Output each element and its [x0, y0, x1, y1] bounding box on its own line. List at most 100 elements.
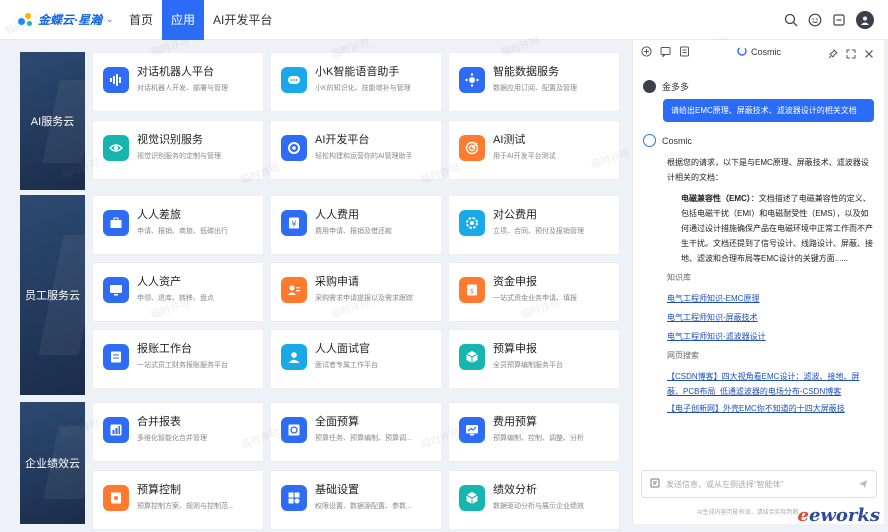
app-title: 视觉识别服务 — [137, 134, 203, 146]
yen-icon: ¥ — [281, 210, 307, 236]
cube-analysis-icon — [459, 485, 485, 511]
category-ai-service[interactable]: AI服务云 — [20, 52, 85, 190]
app-card[interactable]: 预算申报 全员预算编制服务平台 — [448, 329, 620, 389]
app-subtitle: 全员预算编制服务平台 — [493, 362, 563, 369]
app-card[interactable]: 费用预算预算编制、控制、调整、分析 — [448, 402, 620, 462]
send-icon[interactable] — [858, 479, 868, 491]
app-title: 人人资产 — [137, 276, 181, 288]
new-chat-icon[interactable] — [641, 44, 652, 62]
notes-icon[interactable] — [679, 44, 690, 62]
web-link-eechina[interactable]: 【电子创新网】外壳EMC你不知道的十四大屏蔽技 — [667, 401, 874, 416]
nav-apps[interactable]: 应用 — [162, 0, 205, 40]
close-icon[interactable] — [864, 46, 874, 64]
app-card[interactable]: 小K智能语音助手小K的知识化、技能增补与管理 — [270, 52, 442, 112]
eworks-text: eworks — [808, 505, 880, 526]
app-card[interactable]: 采购申请采购需求申请提报以及需求跟踪 — [270, 262, 442, 322]
bot-avatar-icon — [643, 134, 656, 147]
interviewer-icon — [281, 344, 307, 370]
app-title: 报账工作台 — [137, 343, 192, 355]
app-card[interactable]: 视觉识别服务 视觉识别服务的定制与管理 — [92, 120, 264, 180]
assistant-title: Cosmic — [737, 46, 781, 58]
smiley-icon[interactable] — [808, 13, 822, 27]
app-card[interactable]: 人人资产 申领、退库、转移、盘点 — [92, 262, 264, 322]
app-title: 费用预算 — [493, 416, 537, 428]
app-card[interactable]: 报账工作台 一站式员工财务报账服务平台 — [92, 329, 264, 389]
notification-icon[interactable] — [832, 13, 846, 27]
app-title: 采购申请 — [315, 276, 359, 288]
gear-coin-icon — [459, 210, 485, 236]
answer-intro: 根据您的请求，以下是与EMC原理、屏蔽技术、滤波器设计相关的文档： — [667, 158, 869, 182]
user-avatar[interactable] — [856, 11, 874, 29]
app-title: 绩效分析 — [493, 484, 537, 496]
pin-icon[interactable] — [828, 46, 838, 64]
chat-history-icon[interactable] — [660, 44, 671, 62]
screen-chart-icon — [459, 417, 485, 443]
app-title: 全面预算 — [315, 416, 359, 428]
ai-disclaimer: AI生成内容可能有误，请结合实际判断 — [697, 510, 799, 516]
app-title: 预算控制 — [137, 484, 181, 496]
app-card[interactable]: 人人差旅申请、报销、商旅、低碳出行 — [92, 195, 264, 255]
app-card[interactable]: 基础设置 权限设置、数据源配置、参数... — [270, 470, 442, 530]
invoice-icon — [103, 344, 129, 370]
category-employee-service[interactable]: 员工服务云 — [20, 195, 85, 395]
brand-logo[interactable]: 金蝶云·星瀚 ⌄ — [18, 11, 114, 28]
main-nav: 首页 应用 AI开发平台 — [120, 0, 281, 40]
answer-body: ：文档描述了电磁兼容性的定义、包括电磁干扰（EMI）和电磁耐受性（EMS），以及… — [681, 194, 873, 263]
app-card[interactable]: 对公费用 立项、合同、预付及报销管理 — [448, 195, 620, 255]
chat-input-placeholder: 发送信息，或从左侧选择“智能体” — [666, 479, 784, 489]
app-card[interactable]: AI测试 用于AI开发平台测试 — [448, 120, 620, 180]
kb-link-emc[interactable]: 电气工程师知识-EMC原理 — [667, 291, 874, 306]
app-subtitle: 申请、报销、商旅、低碳出行 — [137, 228, 228, 235]
app-title: 对话机器人平台 — [137, 66, 214, 78]
app-title: 智能数据服务 — [493, 66, 559, 78]
agent-select-icon[interactable] — [650, 478, 660, 490]
monitor-icon — [103, 277, 129, 303]
nav-ai-dev-platform[interactable]: AI开发平台 — [204, 0, 281, 40]
app-subtitle: 小K的知识化、技能增补与管理 — [315, 85, 411, 92]
app-card[interactable]: 智能数据服务 数据应用订阅、配置及管理 — [448, 52, 620, 112]
app-card[interactable]: 合并报表多维化智能化合并管理 — [92, 402, 264, 462]
app-title: 人人差旅 — [137, 209, 181, 221]
grid-settings-icon — [281, 485, 307, 511]
app-card[interactable]: 对话机器人平台对话机器人开发、部署与管理 — [92, 52, 264, 112]
search-icon[interactable] — [784, 13, 798, 27]
nav-home[interactable]: 首页 — [120, 0, 162, 40]
user-message-header: 金多多 — [643, 80, 884, 93]
expand-icon[interactable] — [846, 46, 856, 64]
app-card[interactable]: ¥ 人人费用 费用申请、报销及借还款 — [270, 195, 442, 255]
bot-answer: 根据您的请求，以下是与EMC原理、屏蔽技术、滤波器设计相关的文档： 电磁兼容性（… — [667, 155, 874, 416]
target-icon — [459, 135, 485, 161]
kb-link-shielding[interactable]: 电气工程师知识-屏蔽技术 — [667, 310, 874, 325]
chat-input-box[interactable]: 发送信息，或从左侧选择“智能体” — [641, 470, 877, 498]
app-card[interactable]: 绩效分析数据驱动分析与展示企业绩效 — [448, 470, 620, 530]
app-subtitle: 预算编制、控制、调整、分析 — [493, 435, 584, 442]
app-card[interactable]: 全面预算预算任务、预算编制、预算调... — [270, 402, 442, 462]
answer-quote: 电磁兼容性（EMC）：文档描述了电磁兼容性的定义、包括电磁干扰（EMI）和电磁耐… — [667, 191, 874, 266]
user-card-icon — [281, 277, 307, 303]
kb-link-filter[interactable]: 电气工程师知识-滤波器设计 — [667, 329, 874, 344]
budget-icon — [281, 417, 307, 443]
app-subtitle: 轻松构建和运营你的AI管理助手 — [315, 153, 413, 160]
web-link-csdn[interactable]: 【CSDN博客】四大视角看EMC设计：滤波、接地、屏蔽、PCB布局_低通滤波器的… — [667, 369, 874, 399]
category-label: 企业绩效云 — [25, 458, 80, 470]
money-doc-icon: $ — [459, 277, 485, 303]
app-subtitle: 预算任务、预算编制、预算调... — [315, 435, 412, 442]
app-card[interactable]: 预算控制 预算控制方案、规则与控制范... — [92, 470, 264, 530]
top-toolbar — [784, 0, 874, 40]
category-enterprise-performance[interactable]: 企业绩效云 — [20, 402, 85, 524]
user-name: 金多多 — [662, 82, 690, 92]
app-title: 人人面试官 — [315, 343, 370, 355]
app-card[interactable]: $ 资金申报 一站式资金业务申请、填报 — [448, 262, 620, 322]
app-card[interactable]: AI开发平台 轻松构建和运营你的AI管理助手 — [270, 120, 442, 180]
app-subtitle: 对话机器人开发、部署与管理 — [137, 85, 228, 92]
bot-message-header: Cosmic — [643, 134, 884, 147]
app-subtitle: 多维化智能化合并管理 — [137, 435, 207, 442]
control-doc-icon — [103, 485, 129, 511]
user-avatar-small — [643, 80, 656, 93]
app-subtitle: 数据驱动分析与展示企业绩效 — [493, 503, 584, 510]
app-title: 合并报表 — [137, 416, 181, 428]
app-subtitle: 采购需求申请提报以及需求跟踪 — [315, 295, 413, 302]
app-card[interactable]: 人人面试官 面试者专属工作平台 — [270, 329, 442, 389]
chevron-down-icon[interactable]: ⌄ — [106, 14, 114, 25]
app-title: 小K智能语音助手 — [315, 66, 400, 78]
